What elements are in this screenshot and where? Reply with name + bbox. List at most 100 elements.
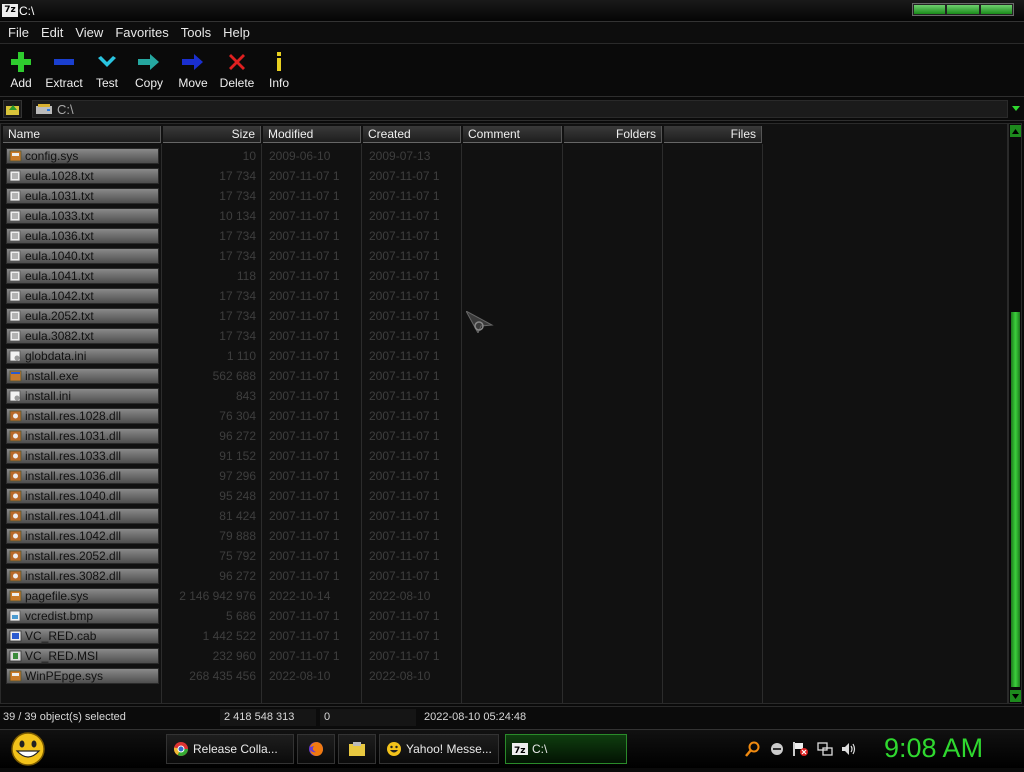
file-name-cell[interactable]: install.res.2052.dll — [6, 548, 159, 564]
file-row[interactable]: eula.3082.txt 17 734 2007-11-07 1 2007-11-0… — [1, 326, 1007, 346]
file-name-cell[interactable]: eula.1036.txt — [6, 228, 159, 244]
file-row[interactable]: VC_RED.MSI 232 960 2007-11-07 1 2007-11-07 … — [1, 646, 1007, 666]
file-row[interactable]: eula.1036.txt 17 734 2007-11-07 1 2007-11-0… — [1, 226, 1007, 246]
menu-tools[interactable]: Tools — [176, 25, 216, 40]
task-yahoo-messenger[interactable]: Yahoo! Messe... — [379, 734, 499, 764]
move-button[interactable]: Move — [172, 45, 214, 95]
scroll-down-button[interactable] — [1010, 690, 1021, 702]
flag-alert-icon[interactable] — [792, 741, 808, 757]
file-name-cell[interactable]: eula.1033.txt — [6, 208, 159, 224]
file-name-cell[interactable]: install.res.1033.dll — [6, 448, 159, 464]
file-name-cell[interactable]: install.res.1028.dll — [6, 408, 159, 424]
file-name-cell[interactable]: install.res.1036.dll — [6, 468, 159, 484]
file-name-cell[interactable]: eula.1028.txt — [6, 168, 159, 184]
file-row[interactable]: eula.1033.txt 10 134 2007-11-07 1 2007-11-0… — [1, 206, 1007, 226]
column-header-folders[interactable]: Folders — [564, 126, 662, 143]
file-row[interactable]: eula.1041.txt 118 2007-11-07 1 2007-11-07 1 — [1, 266, 1007, 286]
address-input[interactable]: C:\ — [32, 100, 1008, 118]
file-row[interactable]: eula.2052.txt 17 734 2007-11-07 1 2007-11-0… — [1, 306, 1007, 326]
file-row[interactable]: install.res.1040.dll 95 248 2007-11-07 1 20… — [1, 486, 1007, 506]
file-row[interactable]: install.res.1041.dll 81 424 2007-11-07 1 20… — [1, 506, 1007, 526]
task-chrome[interactable]: Release Colla... — [166, 734, 294, 764]
file-name-cell[interactable]: VC_RED.MSI — [6, 648, 159, 664]
file-row[interactable]: config.sys 10 2009-06-10 2009-07-13 — [1, 146, 1007, 166]
copy-button[interactable]: Copy — [126, 45, 172, 95]
column-header-comment[interactable]: Comment — [463, 126, 562, 143]
menu-view[interactable]: View — [70, 25, 108, 40]
file-name-cell[interactable]: install.res.1031.dll — [6, 428, 159, 444]
file-row[interactable]: eula.1040.txt 17 734 2007-11-07 1 2007-11-0… — [1, 246, 1007, 266]
file-row[interactable]: WinPEpge.sys 268 435 456 2022-08-10 2022-08… — [1, 666, 1007, 686]
column-header-size[interactable]: Size — [163, 126, 261, 143]
file-row[interactable]: install.ini 843 2007-11-07 1 2007-11-07 1 — [1, 386, 1007, 406]
file-row[interactable]: VC_RED.cab 1 442 522 2007-11-07 1 2007-11-0… — [1, 626, 1007, 646]
scroll-up-button[interactable] — [1010, 125, 1021, 137]
file-row[interactable]: eula.1031.txt 17 734 2007-11-07 1 2007-11-0… — [1, 186, 1007, 206]
title-bar[interactable]: 7z C:\ — [0, 0, 1024, 22]
menu-favorites[interactable]: Favorites — [110, 25, 173, 40]
search-icon[interactable] — [745, 741, 761, 757]
file-name-cell[interactable]: vcredist.bmp — [6, 608, 159, 624]
file-list[interactable]: Name Size Modified Created Comment Folde… — [0, 123, 1008, 704]
column-header-files[interactable]: Files — [664, 126, 762, 143]
file-name-cell[interactable]: config.sys — [6, 148, 159, 164]
file-name-cell[interactable]: eula.3082.txt — [6, 328, 159, 344]
delete-button[interactable]: Delete — [214, 45, 260, 95]
messenger-tray-icon[interactable] — [769, 741, 785, 757]
maximize-button[interactable] — [947, 5, 979, 14]
column-header-name[interactable]: Name — [3, 126, 161, 143]
file-name-cell[interactable]: install.ini — [6, 388, 159, 404]
file-name-cell[interactable]: eula.1042.txt — [6, 288, 159, 304]
column-header-modified[interactable]: Modified — [263, 126, 361, 143]
file-row[interactable]: eula.1042.txt 17 734 2007-11-07 1 2007-11-0… — [1, 286, 1007, 306]
address-dropdown-button[interactable] — [1010, 100, 1022, 118]
volume-icon[interactable] — [841, 741, 857, 757]
file-row[interactable]: install.res.2052.dll 75 792 2007-11-07 1 20… — [1, 546, 1007, 566]
file-name-cell[interactable]: eula.1040.txt — [6, 248, 159, 264]
file-row[interactable]: pagefile.sys 2 146 942 976 2022-10-14 2022-… — [1, 586, 1007, 606]
file-name-cell[interactable]: install.exe — [6, 368, 159, 384]
menu-file[interactable]: File — [3, 25, 34, 40]
column-header-created[interactable]: Created — [363, 126, 461, 143]
file-name-cell[interactable]: VC_RED.cab — [6, 628, 159, 644]
file-row[interactable]: install.res.1031.dll 96 272 2007-11-07 1 20… — [1, 426, 1007, 446]
close-button[interactable] — [980, 5, 1012, 14]
file-row[interactable]: install.res.1033.dll 91 152 2007-11-07 1 20… — [1, 446, 1007, 466]
task-7zip-active[interactable]: 7z C:\ — [505, 734, 627, 764]
file-name-cell[interactable]: globdata.ini — [6, 348, 159, 364]
file-name-cell[interactable]: install.res.1042.dll — [6, 528, 159, 544]
network-icon[interactable] — [817, 741, 833, 757]
task-folder[interactable] — [338, 734, 376, 764]
menu-help[interactable]: Help — [218, 25, 255, 40]
file-row[interactable]: install.res.1028.dll 76 304 2007-11-07 1 20… — [1, 406, 1007, 426]
file-name-cell[interactable]: WinPEpge.sys — [6, 668, 159, 684]
vertical-scrollbar[interactable] — [1008, 123, 1022, 704]
file-row[interactable]: globdata.ini 1 110 2007-11-07 1 2007-11-07 … — [1, 346, 1007, 366]
folder-up-button[interactable] — [3, 100, 22, 118]
file-row[interactable]: eula.1028.txt 17 734 2007-11-07 1 2007-11-0… — [1, 166, 1007, 186]
extract-button[interactable]: Extract — [40, 45, 88, 95]
file-row[interactable]: install.exe 562 688 2007-11-07 1 2007-11-07… — [1, 366, 1007, 386]
minimize-button[interactable] — [914, 5, 946, 14]
file-name-cell[interactable]: eula.1031.txt — [6, 188, 159, 204]
file-name-cell[interactable]: install.res.3082.dll — [6, 568, 159, 584]
file-name-cell[interactable]: pagefile.sys — [6, 588, 159, 604]
scrollbar-thumb[interactable] — [1011, 312, 1020, 687]
file-name-cell[interactable]: install.res.1041.dll — [6, 508, 159, 524]
file-name-cell[interactable]: eula.2052.txt — [6, 308, 159, 324]
menu-edit[interactable]: Edit — [36, 25, 68, 40]
task-firefox[interactable] — [297, 734, 335, 764]
file-name-cell[interactable]: install.res.1040.dll — [6, 488, 159, 504]
start-button[interactable] — [8, 731, 48, 767]
clock[interactable]: 9:08 AM — [884, 733, 983, 764]
file-name-cell[interactable]: eula.1041.txt — [6, 268, 159, 284]
add-button[interactable]: Add — [2, 45, 40, 95]
file-row[interactable]: install.res.3082.dll 96 272 2007-11-07 1 20… — [1, 566, 1007, 586]
file-row[interactable]: vcredist.bmp 5 686 2007-11-07 1 2007-11-07 … — [1, 606, 1007, 626]
file-row[interactable]: install.res.1036.dll 97 296 2007-11-07 1 20… — [1, 466, 1007, 486]
app-7zip-icon[interactable]: 7z — [2, 4, 18, 17]
file-row[interactable]: install.res.1042.dll 79 888 2007-11-07 1 20… — [1, 526, 1007, 546]
info-button[interactable]: Info — [260, 45, 298, 95]
text-file-icon — [9, 290, 22, 302]
test-button[interactable]: Test — [88, 45, 126, 95]
